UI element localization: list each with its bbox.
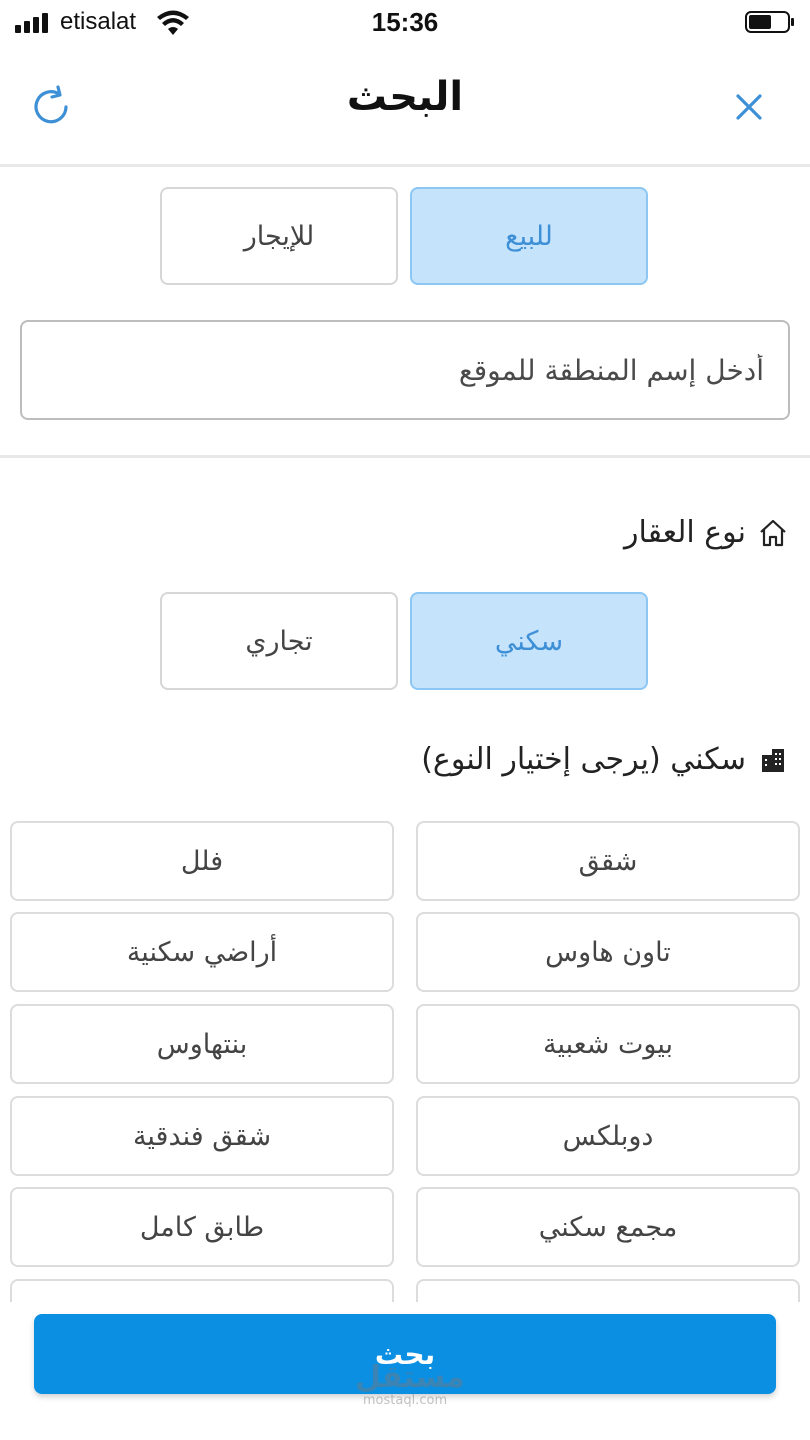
- residential-types-grid: شقق فلل تاون هاوس أراضي سكنية بيوت شعبية…: [0, 810, 810, 1302]
- type-traditional-houses-button[interactable]: بيوت شعبية: [416, 1004, 800, 1084]
- page-title: البحث: [346, 74, 464, 120]
- residential-types-heading: سكني (يرجى إختيار النوع): [421, 742, 788, 777]
- type-villas-button[interactable]: فلل: [10, 821, 394, 901]
- status-bar: etisalat 15:36: [0, 0, 810, 46]
- type-full-floor-button[interactable]: طابق كامل: [10, 1187, 394, 1267]
- type-more-button[interactable]: [10, 1279, 394, 1302]
- type-hotel-apartments-button[interactable]: شقق فندقية: [10, 1096, 394, 1176]
- type-townhouse-button[interactable]: تاون هاوس: [416, 912, 800, 992]
- section-divider: [0, 455, 810, 458]
- buildings-icon: [762, 748, 784, 772]
- header: البحث: [0, 46, 810, 167]
- residential-button[interactable]: سكني: [410, 592, 648, 690]
- location-search-input[interactable]: [20, 320, 790, 420]
- type-duplex-button[interactable]: دوبلكس: [416, 1096, 800, 1176]
- type-more-button[interactable]: [416, 1279, 800, 1302]
- commercial-button[interactable]: تجاري: [160, 592, 398, 690]
- for-sale-button[interactable]: للبيع: [410, 187, 648, 285]
- type-apartments-button[interactable]: شقق: [416, 821, 800, 901]
- type-penthouse-button[interactable]: بنتهاوس: [10, 1004, 394, 1084]
- close-icon[interactable]: [730, 88, 768, 126]
- residential-types-title: سكني (يرجى إختيار النوع): [421, 742, 746, 777]
- home-icon: [760, 519, 786, 546]
- type-residential-land-button[interactable]: أراضي سكنية: [10, 912, 394, 992]
- battery-icon: [745, 11, 794, 33]
- watermark: مستقل mostaql.com: [355, 1360, 465, 1408]
- for-rent-button[interactable]: للإيجار: [160, 187, 398, 285]
- watermark-url: mostaql.com: [362, 1393, 448, 1408]
- property-type-heading: نوع العقار: [624, 515, 788, 550]
- watermark-logo: مستقل: [355, 1360, 465, 1395]
- type-residential-compound-button[interactable]: مجمع سكني: [416, 1187, 800, 1267]
- property-type-title: نوع العقار: [623, 515, 746, 550]
- status-time: 15:36: [371, 7, 439, 37]
